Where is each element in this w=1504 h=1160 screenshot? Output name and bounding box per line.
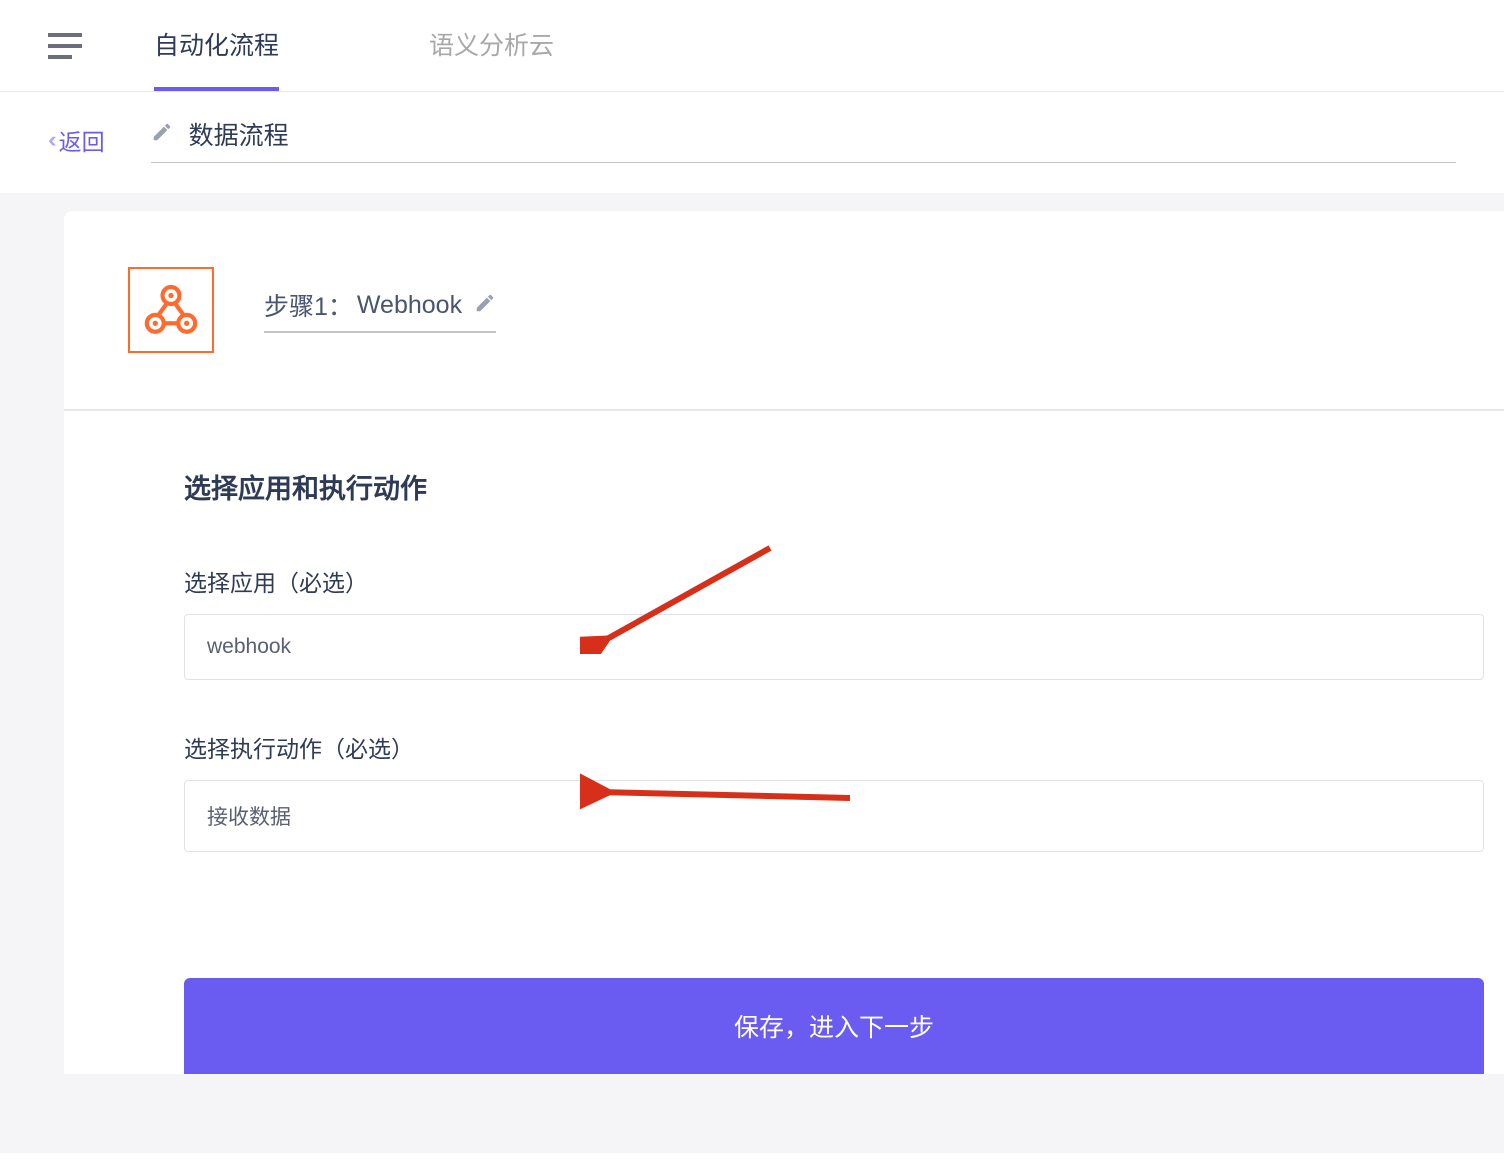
step-card: 步骤1： Webhook 选择应用和执行动作 选择应用（必选） webhook — [64, 211, 1504, 1074]
form-heading: 选择应用和执行动作 — [184, 467, 1504, 506]
form-section: 选择应用和执行动作 选择应用（必选） webhook 选择执行动作（必选） 接收… — [64, 411, 1504, 1074]
header-bar: 自动化流程 语义分析云 — [0, 0, 1504, 92]
app-field-label: 选择应用（必选） — [184, 564, 1504, 598]
pencil-icon[interactable] — [474, 292, 496, 319]
app-select[interactable]: webhook — [184, 614, 1484, 680]
page-title[interactable]: 数据流程 — [189, 116, 289, 152]
button-label: 保存，进入下一步 — [734, 1014, 934, 1042]
tab-automation[interactable]: 自动化流程 — [154, 0, 279, 91]
header-tabs: 自动化流程 语义分析云 — [154, 0, 704, 91]
action-field-label: 选择执行动作（必选） — [184, 730, 1504, 764]
pencil-icon[interactable] — [151, 121, 173, 148]
action-select-value: 接收数据 — [207, 806, 291, 829]
webhook-icon — [142, 281, 200, 339]
tab-label: 语义分析云 — [429, 26, 554, 62]
action-select[interactable]: 接收数据 — [184, 780, 1484, 852]
save-next-button[interactable]: 保存，进入下一步 — [184, 978, 1484, 1074]
app-select-value: webhook — [207, 635, 291, 658]
field-action: 选择执行动作（必选） 接收数据 — [184, 730, 1504, 852]
step-header: 步骤1： Webhook — [64, 211, 1504, 411]
content-area: 步骤1： Webhook 选择应用和执行动作 选择应用（必选） webhook — [0, 193, 1504, 1153]
field-app: 选择应用（必选） webhook — [184, 564, 1504, 680]
step-title: Webhook — [357, 291, 462, 320]
back-button[interactable]: ‹‹ 返回 — [48, 123, 105, 157]
page-title-row: 数据流程 — [151, 116, 1456, 163]
menu-toggle-button[interactable] — [48, 33, 82, 59]
menu-icon — [48, 33, 82, 59]
back-label: 返回 — [59, 123, 105, 157]
step-title-row[interactable]: 步骤1： Webhook — [264, 287, 496, 333]
subheader: ‹‹ 返回 数据流程 — [0, 92, 1504, 193]
tab-label: 自动化流程 — [154, 26, 279, 62]
tab-semantic[interactable]: 语义分析云 — [429, 0, 554, 91]
step-prefix: 步骤1： — [264, 287, 353, 323]
webhook-icon-box — [128, 267, 214, 353]
chevrons-left-icon: ‹‹ — [48, 127, 51, 153]
